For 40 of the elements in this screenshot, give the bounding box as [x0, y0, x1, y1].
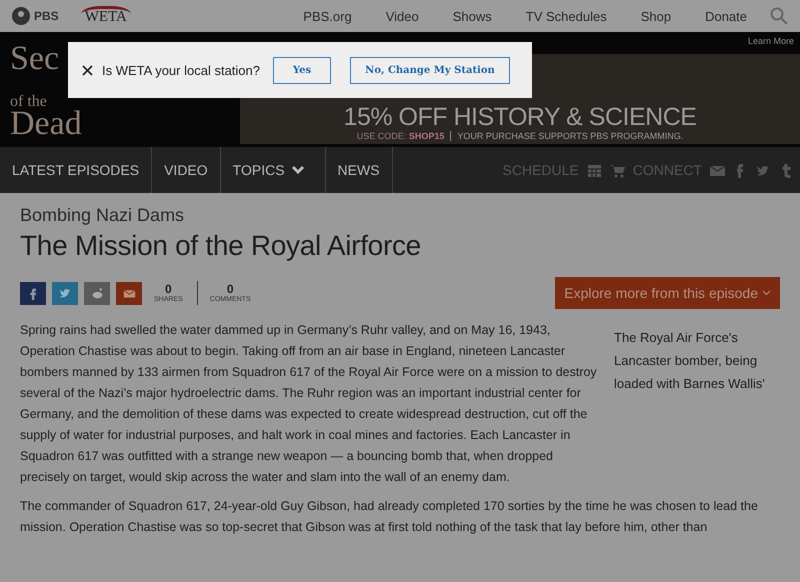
chevron-down-icon [762, 290, 771, 296]
image-caption: The Royal Air Force's Lancaster bomber, being loaded with Barnes Wallis' [614, 329, 766, 393]
nav-item[interactable]: LATEST EPISODES [0, 147, 152, 193]
show-logo-text[interactable]: Sec [10, 44, 60, 75]
learn-more-link[interactable]: Learn More [748, 36, 794, 50]
share-button[interactable] [52, 282, 78, 304]
article-title: The Mission of the Royal Airforce [20, 230, 422, 262]
share-button[interactable] [116, 282, 142, 304]
station-logo[interactable]: WETA [80, 6, 131, 26]
ad-tagline: YOUR PURCHASE SUPPORTS PBS PROGRAMMING. [450, 131, 684, 141]
pbs-logo-text[interactable]: PBS [34, 9, 59, 23]
ad-code: USE CODE: SHOP15 [356, 131, 444, 141]
article-kicker: Bombing Nazi Dams [20, 205, 186, 226]
twitter-icon [58, 286, 72, 300]
article-paragraph: The commander of Squadron 617, 24-year-old Guy Gibson, had already completed 170 sorties by the time he was chosen to lead the mission. Operation Chastise was so top-secret that Gibson was at first told nothing of the task that lay before him, other than [20, 498, 759, 536]
article-paragraph: Spring rains had swelled the water dammed up in Germany’s Ruhr valley, and on May 16, 1943, Operation Chastise was about to begin. Taking off from an air base in England, nineteen Lancaster bombers manned by 133 airmen from Squadron 617 of the Royal Air Force were on a mission to destroy several of the Nazi’s major hydroelectric dams. The Ruhr region was an important industrial center for Germany, and the demolition of these dams was expected to create widespread destruction, cut off the supply of water for industrial purposes, and halt work in coal mines and factories. Each Lancaster in Squadron 617 was outfitted with a strange new weapon — a bouncing bomb that, when dropped precisely on target, would skip across the water and slam into the wall of an enemy dam. [20, 322, 598, 486]
nav-item[interactable]: NEWS [326, 147, 393, 193]
chevron-down-icon [290, 165, 305, 175]
top-nav-link[interactable]: Video [368, 8, 436, 24]
change-station-button[interactable]: No, Change My Station [350, 56, 510, 84]
count-value: 0 [165, 283, 172, 296]
top-nav-link[interactable]: Shop [624, 8, 688, 24]
close-icon[interactable] [82, 64, 93, 76]
top-nav-link[interactable]: Shows [436, 8, 509, 24]
show-logo-text[interactable]: Dead [10, 108, 82, 140]
share-button[interactable] [20, 282, 46, 304]
top-nav-link[interactable]: PBS.org [286, 8, 369, 24]
search-icon[interactable] [770, 7, 788, 25]
top-nav-link[interactable]: Donate [688, 8, 764, 24]
share-button[interactable] [84, 282, 110, 304]
nav-item[interactable]: TOPICS [220, 147, 326, 193]
yes-button[interactable]: Yes [273, 56, 331, 84]
ad-headline: 15% OFF HISTORY & SCIENCE [344, 103, 696, 131]
nav-item[interactable]: VIDEO [152, 147, 221, 193]
calendar-icon [586, 162, 602, 178]
explore-episode-button[interactable]: Explore more from this episode [555, 277, 780, 309]
count-value: 0 [226, 283, 234, 296]
cart-icon [610, 162, 625, 178]
top-nav-link[interactable]: TV Schedules [508, 8, 624, 24]
show-logo-text[interactable]: of the [10, 94, 47, 109]
